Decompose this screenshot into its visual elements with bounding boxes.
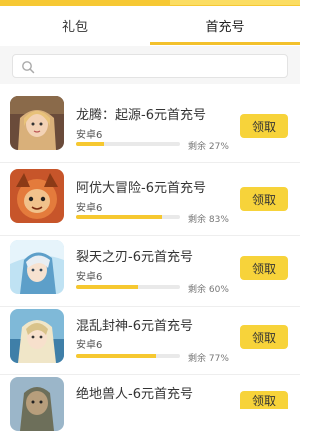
remaining-label: 剩余 60% xyxy=(188,285,229,295)
search-icon xyxy=(22,61,35,74)
progress-fill xyxy=(76,142,105,146)
tab-first-charge[interactable]: 首充号 xyxy=(150,6,300,44)
item-title: 裂天之刃-6元首充号 xyxy=(76,250,193,265)
remaining-label: 剩余 77% xyxy=(188,354,229,364)
claim-button[interactable]: 领取 xyxy=(240,256,288,280)
list-item[interactable]: 混乱封神-6元首充号 安卓6 剩余 77% 领取 xyxy=(0,307,300,379)
item-platform: 安卓6 xyxy=(76,340,103,351)
remaining-label: 剩余 83% xyxy=(188,215,229,225)
item-platform: 安卓6 xyxy=(76,272,103,283)
progress-fill xyxy=(76,285,139,289)
claim-button[interactable]: 领取 xyxy=(240,325,288,349)
active-tab-indicator xyxy=(150,42,300,45)
list-item[interactable]: 阿优大冒险-6元首充号 安卓6 剩余 83% 领取 xyxy=(0,163,300,235)
item-title: 阿优大冒险-6元首充号 xyxy=(76,181,206,196)
list-item[interactable]: 裂天之刃-6元首充号 安卓6 剩余 60% 领取 xyxy=(0,236,300,308)
game-icon-ayou xyxy=(10,169,64,223)
list-item[interactable]: 龙腾：起源-6元首充号 安卓6 剩余 27% 领取 xyxy=(0,90,300,162)
remaining-progress-bar xyxy=(76,285,180,289)
game-icon-longteng xyxy=(10,96,64,150)
search-input[interactable] xyxy=(41,55,285,79)
search-box[interactable] xyxy=(12,54,288,79)
game-icon-lietian xyxy=(10,240,64,294)
claim-button[interactable]: 领取 xyxy=(240,187,288,211)
game-icon-juedi xyxy=(10,377,64,431)
progress-fill xyxy=(76,215,163,219)
progress-fill xyxy=(76,354,157,358)
claim-button[interactable]: 领取 xyxy=(240,391,288,409)
game-icon-hunluan xyxy=(10,309,64,363)
claim-button[interactable]: 领取 xyxy=(240,114,288,138)
item-title: 绝地兽人-6元首充号 xyxy=(76,387,193,402)
list-item[interactable]: 绝地兽人-6元首充号 领取 xyxy=(0,375,300,431)
search-area xyxy=(0,46,300,84)
remaining-progress-bar xyxy=(76,354,180,358)
tab-bar: 礼包 首充号 xyxy=(0,6,300,44)
item-title: 龙腾：起源-6元首充号 xyxy=(76,108,206,123)
remaining-progress-bar xyxy=(76,215,180,219)
item-title: 混乱封神-6元首充号 xyxy=(76,319,193,334)
tab-gift[interactable]: 礼包 xyxy=(0,6,150,44)
item-platform: 安卓6 xyxy=(76,130,103,141)
item-platform: 安卓6 xyxy=(76,203,103,214)
remaining-progress-bar xyxy=(76,142,180,146)
remaining-label: 剩余 27% xyxy=(188,142,229,152)
top-strip-highlight xyxy=(170,0,300,5)
